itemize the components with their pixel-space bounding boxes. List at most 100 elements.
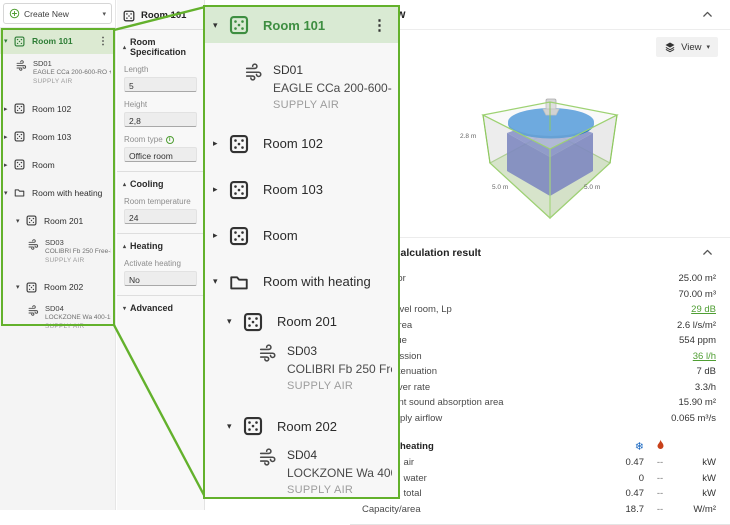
section-room-specification: ▴ Room Specification Length 5 Height 2,8…	[117, 29, 204, 171]
section-header[interactable]: ▴ Cooling	[117, 179, 204, 189]
result-row: Total supply airflow 0.065 m³/s	[362, 412, 716, 424]
tree-row-room-103[interactable]: ▸ Room 103	[0, 129, 115, 145]
results-table: Area, floor25.00 m² Volume70.00 m³ Sound…	[350, 265, 730, 428]
room-temperature-field[interactable]: 24	[124, 209, 197, 224]
tree-row-room-102[interactable]: ▸ Room 102	[0, 101, 115, 117]
chevron-down-icon[interactable]: ▾	[227, 421, 243, 432]
tree-row-sd04[interactable]: SD04 LOCKZONE Wa 400-150 + SUPPLY AIR	[0, 299, 115, 338]
air-diffuser-icon	[28, 305, 39, 316]
result-row: Airflow/area2.6 l/s/m²	[362, 319, 716, 331]
tree-row-sd03[interactable]: SD03 COLIBRI Fb 250 Free-RO SUPPLY AIR	[0, 233, 115, 272]
info-icon[interactable]: i	[165, 135, 174, 144]
tree-row-label: Room 103	[263, 182, 323, 197]
tree-row-room-202[interactable]: ▾ Room 202	[0, 279, 115, 295]
magnified-tree-panel: ▾ Room 101 ⋮ SD01 EAGLE CCa 200-600-RO +…	[203, 5, 400, 499]
chevron-right-icon[interactable]: ▸	[213, 230, 229, 241]
tree-row-label: Room 101	[32, 36, 73, 46]
section-advanced: ▾ Advanced	[117, 295, 204, 322]
unit-product: EAGLE CCa 200-600-RO + ALS	[33, 69, 111, 77]
snowflake-icon: ❄	[634, 440, 644, 453]
room-properties-panel: Room 101 ▴ Room Specification Length 5 H…	[117, 0, 205, 510]
room-icon	[229, 134, 249, 154]
chevron-right-icon[interactable]: ▸	[4, 133, 14, 141]
chevron-up-icon[interactable]	[701, 246, 714, 259]
layers-icon	[664, 41, 676, 53]
chevron-right-icon[interactable]: ▸	[4, 161, 14, 169]
tree-row-label: Room 101	[263, 17, 326, 33]
chevron-right-icon[interactable]: ▸	[213, 184, 229, 195]
tree-row-label: Room	[263, 228, 298, 243]
tree-row-label: Room 102	[32, 103, 72, 114]
unit-product: EAGLE CCa 200-600-RO + ALS	[273, 81, 392, 95]
unit-airtype: SUPPLY AIR	[287, 484, 354, 496]
tree-row-room-102-magnified[interactable]: ▸ Room 102	[205, 132, 398, 156]
result-row: Area, floor25.00 m²	[362, 273, 716, 284]
tree-row-sd04-magnified[interactable]: SD04 LOCKZONE Wa 400-150 + SUPPLY AIR	[205, 438, 398, 497]
tree-row-label: Room 201	[277, 314, 337, 329]
chevron-down-icon: ▾	[706, 44, 710, 51]
section-header[interactable]: ▾ Advanced	[117, 303, 204, 313]
air-diffuser-icon	[259, 344, 277, 362]
tree-row-label: Room with heating	[32, 187, 103, 198]
section-title: Cooling	[130, 179, 164, 189]
sound-level-link[interactable]: 29 dB	[691, 304, 716, 315]
tree-row-room-magnified[interactable]: ▸ Room	[205, 224, 398, 248]
chevron-down-icon[interactable]: ▾	[227, 316, 243, 327]
co2-emission-link[interactable]: 36 l/h	[693, 351, 716, 362]
unit-code: SD03	[287, 343, 318, 358]
tree-row-room[interactable]: ▸ Room	[0, 157, 115, 173]
tree-row-label: Room 201	[44, 215, 84, 226]
tree-row-room-with-heating-magnified[interactable]: ▾ Room with heating	[205, 270, 398, 294]
room-3d-view[interactable]: 2.8 m 5.0 m 5.0 m	[350, 61, 730, 237]
field-label: Activate heating	[124, 259, 181, 268]
section-header[interactable]: ▴ Room Specification	[117, 37, 204, 57]
tree-row-label: Room 102	[263, 136, 323, 151]
view-label: View	[681, 41, 702, 53]
chevron-down-icon[interactable]: ▾	[16, 217, 26, 225]
room-icon	[123, 9, 135, 21]
tree-row-room-202-magnified[interactable]: ▾ Room 202	[205, 414, 398, 438]
unit-product: LOCKZONE Wa 400-150 +	[45, 314, 111, 322]
chevron-up-icon[interactable]	[701, 8, 714, 21]
tree-row-room-201[interactable]: ▾ Room 201	[0, 213, 115, 229]
unit-product: LOCKZONE Wa 400-150 +	[287, 466, 392, 480]
tree-row-room-101-magnified[interactable]: ▾ Room 101 ⋮	[205, 7, 398, 43]
tree-row-label: Room 103	[32, 131, 72, 142]
chevron-right-icon[interactable]: ▸	[213, 138, 229, 149]
tree-row-sd01-magnified[interactable]: SD01 EAGLE CCa 200-600-RO + ALS SUPPLY A…	[205, 53, 398, 114]
unit-code: SD04	[45, 304, 64, 314]
room-icon	[14, 103, 25, 114]
chevron-down-icon[interactable]: ▾	[16, 283, 26, 291]
result-row: Sound level room, Lp 29 dB	[362, 304, 716, 315]
room-type-select[interactable]: Office room	[124, 147, 197, 162]
section-header[interactable]: ▴ Heating	[117, 241, 204, 251]
tree-row-label: Room with heating	[263, 274, 371, 289]
chevron-right-icon[interactable]: ▸	[4, 105, 14, 113]
collapse-icon: ▾	[123, 305, 127, 312]
unit-code: SD01	[273, 63, 304, 77]
result-row: CO2 value554 ppm	[362, 335, 716, 346]
tree-row-room-101[interactable]: ▾ Room 101 ⋮	[0, 28, 115, 54]
unit-airtype: SUPPLY AIR	[287, 379, 354, 392]
tree-row-label: Room 202	[44, 282, 84, 293]
create-new-button[interactable]: Create New ▾	[3, 3, 112, 24]
tree-row-room-201-magnified[interactable]: ▾ Room 201	[205, 310, 398, 334]
unit-code: SD04	[287, 448, 318, 462]
kebab-menu-icon[interactable]: ⋮	[369, 16, 390, 34]
tree-row-sd01[interactable]: SD01 EAGLE CCa 200-600-RO + ALS SUPPLY A…	[0, 54, 115, 93]
field-label: Length	[124, 65, 149, 74]
activate-heating-select[interactable]: No	[124, 271, 197, 286]
tree-row-room-103-magnified[interactable]: ▸ Room 103	[205, 178, 398, 202]
tree-row-room-with-heating[interactable]: ▾ Room with heating	[0, 185, 115, 201]
kebab-menu-icon[interactable]: ⋮	[95, 36, 111, 47]
chevron-down-icon[interactable]: ▾	[213, 276, 229, 287]
chevron-down-icon[interactable]: ▾	[4, 189, 14, 197]
length-field[interactable]: 5	[124, 77, 197, 92]
capacity-row: Capacity, water0--kW	[362, 472, 716, 484]
chevron-down-icon[interactable]: ▾	[4, 37, 14, 45]
unit-code: SD03	[45, 237, 64, 247]
tree-row-sd03-magnified[interactable]: SD03 COLIBRI Fb 250 Free-RO SUPPLY AIR	[205, 334, 398, 395]
chevron-down-icon[interactable]: ▾	[213, 20, 229, 31]
view-dropdown-button[interactable]: View ▾	[656, 37, 718, 57]
height-field[interactable]: 2,8	[124, 112, 197, 127]
